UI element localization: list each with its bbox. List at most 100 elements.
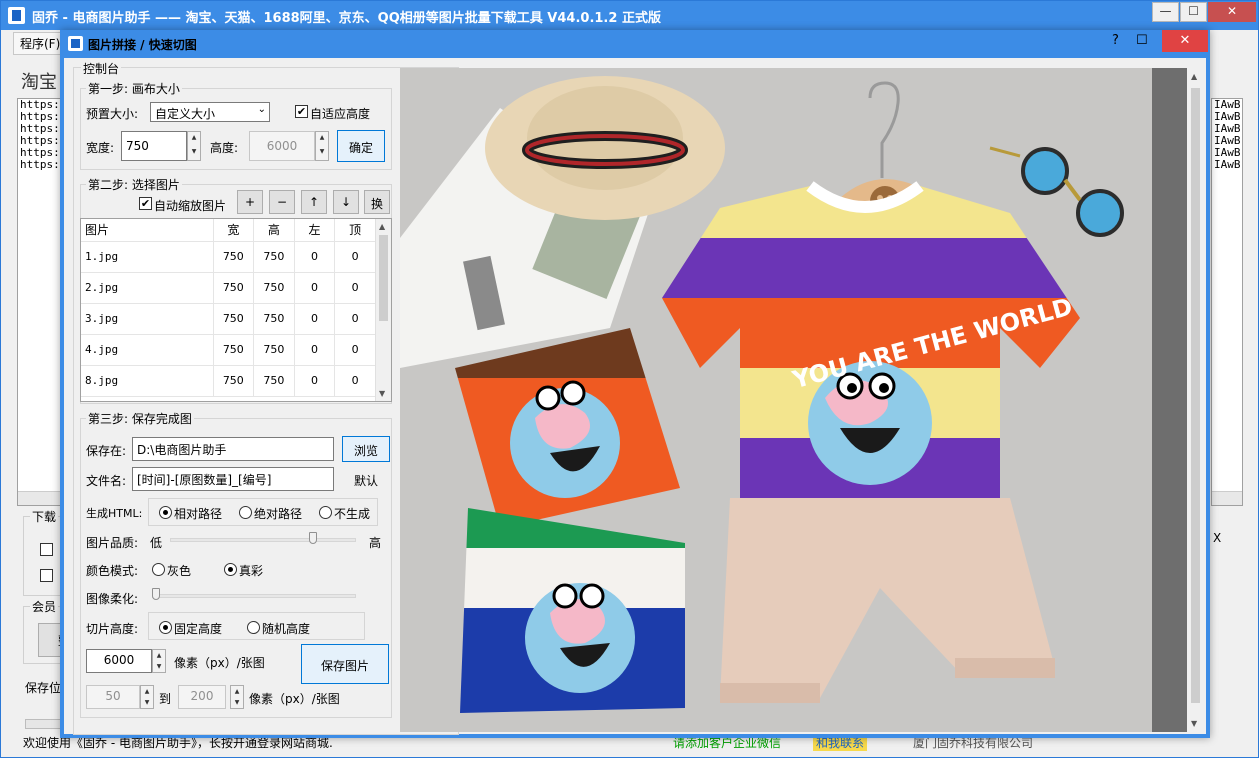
move-down-button[interactable]: ↓ — [333, 190, 359, 214]
cell-height: 750 — [253, 272, 295, 304]
help-button[interactable]: ? — [1112, 33, 1119, 48]
table-row[interactable]: 1.jpg 750 750 0 0 — [81, 241, 376, 273]
scroll-down-icon[interactable]: ▼ — [1191, 719, 1197, 728]
to-label: 到 — [159, 692, 172, 706]
random-max-input[interactable]: 200 — [178, 685, 226, 709]
browse-button[interactable]: 浏览 — [342, 436, 390, 462]
filename-input[interactable]: [时间]-[原图数量]_[编号] — [132, 467, 334, 491]
slice-random-radio[interactable] — [247, 621, 260, 634]
scroll-up-icon[interactable]: ▲ — [1191, 72, 1197, 81]
move-up-button[interactable]: ↑ — [301, 190, 327, 214]
color-true-radio[interactable] — [224, 563, 237, 576]
slice-fixed-radio[interactable] — [159, 621, 172, 634]
quality-label: 图片品质: — [86, 536, 139, 550]
preset-size-value: 自定义大小 — [155, 107, 216, 121]
height-input[interactable]: 6000 — [249, 131, 315, 161]
fixed-height-spinner[interactable]: ▲ ▼ — [152, 649, 166, 673]
step3-label: 第三步: 保存完成图 — [86, 410, 194, 427]
cell-width: 750 — [213, 272, 255, 304]
width-spinner[interactable]: ▲ ▼ — [187, 131, 201, 161]
unit-label: 像素（px）/张图 — [174, 656, 265, 670]
scroll-down-icon[interactable]: ▼ — [379, 389, 385, 398]
preset-size-select[interactable]: 自定义大小 ⌄ — [150, 102, 270, 122]
scroll-thumb[interactable] — [1191, 88, 1200, 703]
close-button[interactable]: ✕ — [1208, 2, 1256, 22]
remove-image-button[interactable]: − — [269, 190, 295, 214]
step1-label: 第一步: 画布大小 — [86, 80, 182, 97]
height-spinner[interactable]: ▲ ▼ — [315, 131, 329, 161]
dialog-app-icon — [68, 36, 83, 51]
fixed-height-input[interactable]: 6000 — [86, 649, 152, 673]
dialog-close-button[interactable]: ✕ — [1162, 30, 1208, 52]
color-gray-radio[interactable] — [152, 563, 165, 576]
download-option-checkbox[interactable] — [40, 543, 53, 556]
arrow-down-icon: ▼ — [191, 148, 197, 155]
image-preview[interactable]: YOU ARE THE WORLD — [400, 68, 1152, 732]
column-header-top[interactable]: 顶 — [334, 219, 376, 242]
main-window-title: 固乔 - 电商图片助手 —— 淘宝、天猫、1688阿里、京东、QQ相册等图片批量… — [32, 11, 661, 26]
swap-button[interactable]: 换 — [364, 190, 390, 214]
table-row[interactable]: 2.jpg 750 750 0 0 — [81, 272, 376, 304]
color-gray-label: 灰色 — [167, 564, 192, 578]
right-x-label: X — [1213, 531, 1222, 545]
table-scrollbar[interactable]: ▲ ▼ — [375, 219, 391, 401]
html-absolute-radio[interactable] — [239, 506, 252, 519]
save-path-input[interactable]: D:\电商图片助手 — [132, 437, 334, 461]
random-min-spinner[interactable]: ▲ ▼ — [140, 685, 154, 709]
cell-filename: 8.jpg — [81, 365, 214, 397]
scroll-thumb[interactable] — [379, 235, 388, 321]
cell-left: 0 — [294, 365, 336, 397]
confirm-button[interactable]: 确定 — [337, 130, 385, 162]
scroll-up-icon[interactable]: ▲ — [379, 222, 385, 231]
add-image-button[interactable]: + — [237, 190, 263, 214]
column-header-height[interactable]: 高 — [253, 219, 295, 242]
arrow-down-icon: ▼ — [319, 148, 325, 155]
cell-top: 0 — [334, 365, 376, 397]
progress-bar — [25, 719, 65, 729]
app-icon — [8, 7, 25, 24]
soften-label: 图像柔化: — [86, 592, 139, 606]
quality-slider-track[interactable] — [170, 538, 356, 542]
width-input[interactable]: 750 — [121, 131, 187, 161]
slice-height-label: 切片高度: — [86, 622, 139, 636]
html-none-radio[interactable] — [319, 506, 332, 519]
auto-height-checkbox[interactable]: ✔ — [295, 105, 308, 118]
cell-left: 0 — [294, 303, 336, 335]
default-link[interactable]: 默认 — [354, 472, 378, 489]
preview-scrollbar[interactable]: ▲ ▼ — [1187, 68, 1204, 732]
cell-top: 0 — [334, 334, 376, 366]
dialog-maximize-button[interactable]: ☐ — [1136, 33, 1148, 48]
html-none-label: 不生成 — [334, 507, 371, 521]
horizontal-scrollbar[interactable] — [1212, 491, 1242, 505]
quality-slider-thumb[interactable] — [308, 532, 317, 544]
save-position-label: 保存位 — [25, 681, 62, 695]
auto-scale-label: 自动缩放图片 — [154, 199, 227, 213]
cell-height: 750 — [253, 365, 295, 397]
column-header-left[interactable]: 左 — [294, 219, 336, 242]
slice-random-label: 随机高度 — [262, 622, 311, 636]
dialog-title: 图片拼接 / 快速切图 — [88, 38, 197, 52]
slice-fixed-label: 固定高度 — [174, 622, 223, 636]
table-row[interactable]: 3.jpg 750 750 0 0 — [81, 303, 376, 335]
download-option-checkbox[interactable] — [40, 569, 53, 582]
random-min-input[interactable]: 50 — [86, 685, 140, 709]
soften-slider-thumb[interactable] — [152, 588, 160, 600]
image-table[interactable]: 图片 宽 高 左 顶 1.jpg 750 750 0 0 2.jpg 750 7… — [80, 218, 392, 402]
maximize-button[interactable]: ☐ — [1180, 2, 1207, 22]
save-to-label: 保存在: — [86, 444, 127, 458]
cell-left: 0 — [294, 334, 336, 366]
soften-slider-track[interactable] — [152, 594, 356, 598]
minimize-button[interactable]: — — [1152, 2, 1179, 22]
table-row[interactable]: 4.jpg 750 750 0 0 — [81, 334, 376, 366]
result-list-textarea[interactable]: IAwB IAwB IAwB IAwB IAwB IAwB — [1211, 98, 1243, 506]
auto-scale-checkbox[interactable]: ✔ — [139, 197, 152, 210]
column-header-width[interactable]: 宽 — [213, 219, 255, 242]
main-titlebar: 固乔 - 电商图片助手 —— 淘宝、天猫、1688阿里、京东、QQ相册等图片批量… — [1, 1, 1258, 30]
html-relative-radio[interactable] — [159, 506, 172, 519]
column-header-image[interactable]: 图片 — [81, 219, 214, 242]
arrow-down-icon: ▼ — [156, 663, 162, 670]
table-row[interactable]: 8.jpg 750 750 0 0 — [81, 365, 376, 397]
random-max-spinner[interactable]: ▲ ▼ — [230, 685, 244, 709]
auto-height-label: 自适应高度 — [310, 107, 371, 121]
save-image-button[interactable]: 保存图片 — [301, 644, 389, 684]
